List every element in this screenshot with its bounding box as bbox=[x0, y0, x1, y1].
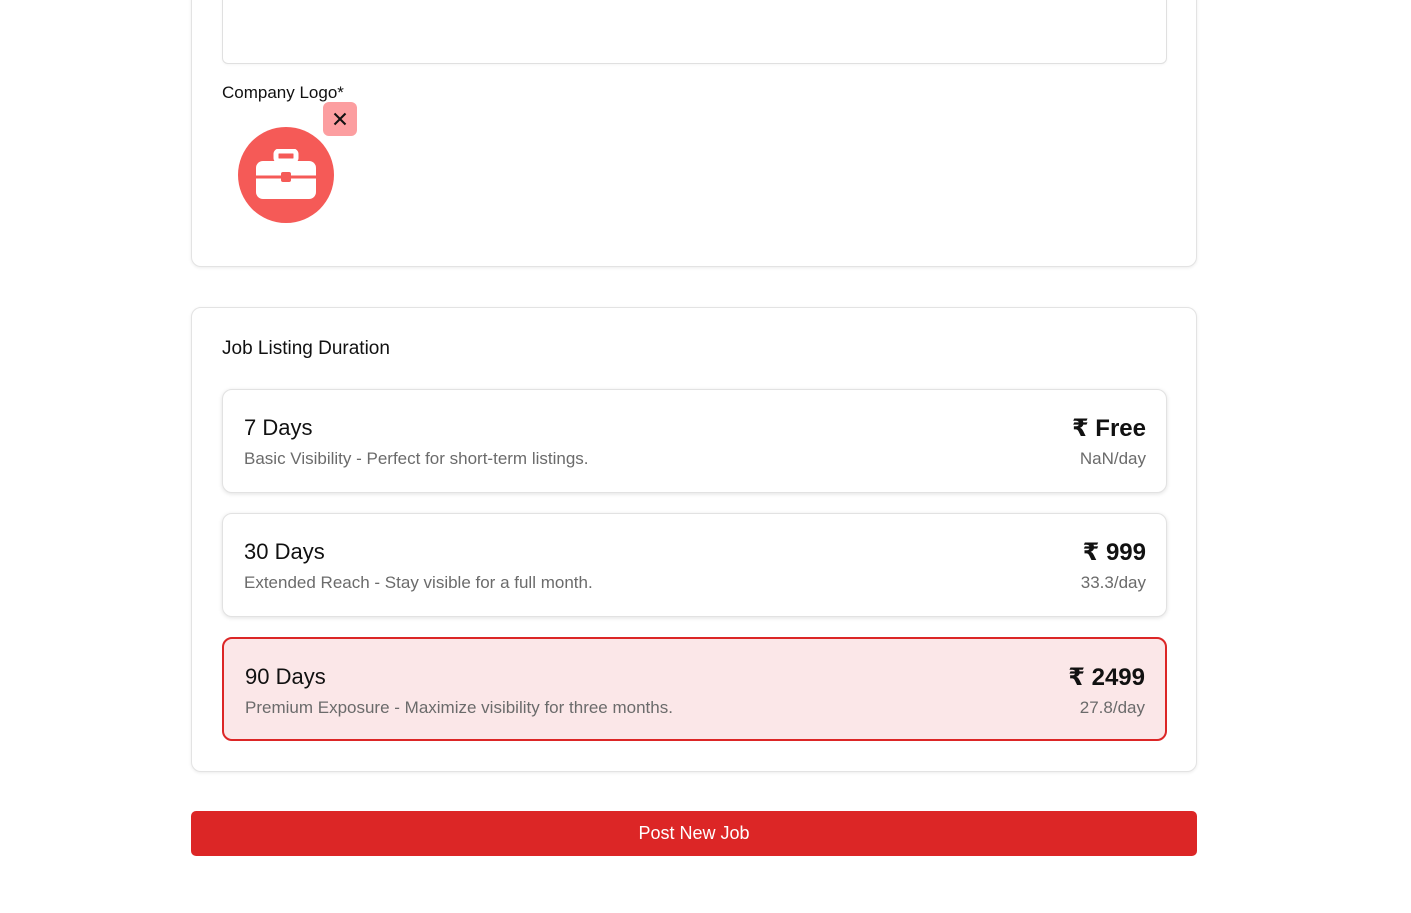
plan-days: 30 Days bbox=[244, 539, 325, 564]
plan-option-90-days[interactable]: 90 Days Premium Exposure - Maximize visi… bbox=[222, 637, 1167, 741]
plan-days: 7 Days bbox=[244, 415, 313, 440]
plan-description: Premium Exposure - Maximize visibility f… bbox=[245, 698, 673, 717]
post-new-job-button[interactable]: Post New Job bbox=[191, 811, 1197, 856]
listing-duration-card: Job Listing Duration 7 Days Basic Visibi… bbox=[191, 307, 1197, 772]
briefcase-icon bbox=[256, 149, 316, 199]
company-logo-preview bbox=[238, 127, 334, 223]
close-icon bbox=[333, 112, 347, 126]
plan-days: 90 Days bbox=[245, 664, 326, 689]
plan-description: Basic Visibility - Perfect for short-ter… bbox=[244, 449, 589, 468]
logo-circle bbox=[238, 127, 334, 223]
plan-description: Extended Reach - Stay visible for a full… bbox=[244, 573, 593, 592]
section-title: Job Listing Duration bbox=[222, 338, 390, 359]
plan-price: ₹ Free bbox=[1071, 415, 1146, 442]
plan-price: ₹ 999 bbox=[1082, 539, 1146, 566]
description-textarea[interactable] bbox=[222, 0, 1167, 64]
company-logo-label: Company Logo* bbox=[222, 83, 344, 102]
plan-price: ₹ 2499 bbox=[1068, 664, 1145, 691]
plan-option-30-days[interactable]: 30 Days Extended Reach - Stay visible fo… bbox=[222, 513, 1167, 617]
plan-per-day: 33.3/day bbox=[1080, 573, 1146, 592]
plan-per-day: NaN/day bbox=[1079, 449, 1146, 468]
plan-per-day: 27.8/day bbox=[1079, 698, 1145, 717]
remove-logo-button[interactable] bbox=[323, 102, 357, 136]
plan-option-7-days[interactable]: 7 Days Basic Visibility - Perfect for sh… bbox=[222, 389, 1167, 493]
job-details-card: Company Logo* bbox=[191, 0, 1197, 267]
